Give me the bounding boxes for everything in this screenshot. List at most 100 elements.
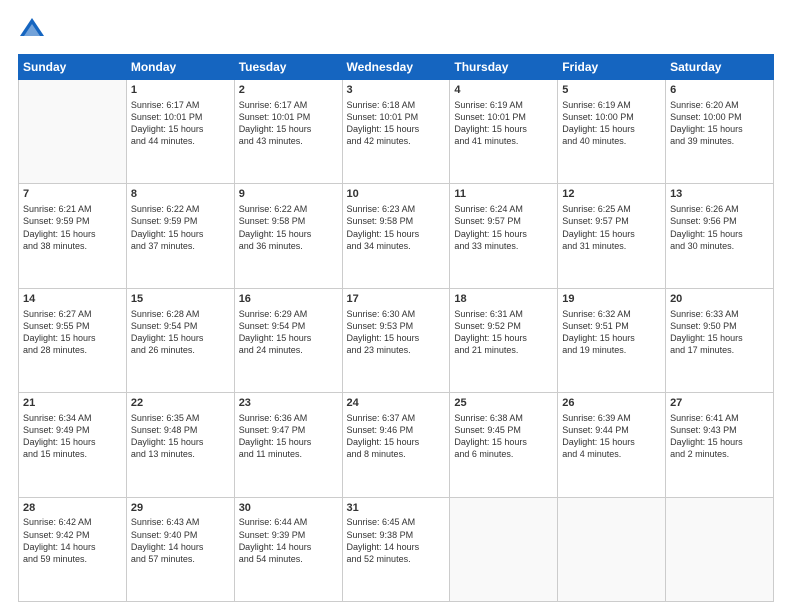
calendar-cell: 17Sunrise: 6:30 AM Sunset: 9:53 PM Dayli… <box>342 288 450 392</box>
day-info: Sunrise: 6:28 AM Sunset: 9:54 PM Dayligh… <box>131 308 230 357</box>
day-number: 3 <box>347 83 446 98</box>
calendar-week-row: 1Sunrise: 6:17 AM Sunset: 10:01 PM Dayli… <box>19 80 774 184</box>
calendar-header-saturday: Saturday <box>666 55 774 80</box>
calendar-cell <box>666 497 774 601</box>
day-number: 31 <box>347 501 446 516</box>
calendar-cell: 27Sunrise: 6:41 AM Sunset: 9:43 PM Dayli… <box>666 393 774 497</box>
day-info: Sunrise: 6:19 AM Sunset: 10:00 PM Daylig… <box>562 99 661 148</box>
calendar-cell: 22Sunrise: 6:35 AM Sunset: 9:48 PM Dayli… <box>126 393 234 497</box>
day-number: 6 <box>670 83 769 98</box>
day-info: Sunrise: 6:32 AM Sunset: 9:51 PM Dayligh… <box>562 308 661 357</box>
calendar-header-row: SundayMondayTuesdayWednesdayThursdayFrid… <box>19 55 774 80</box>
day-number: 16 <box>239 292 338 307</box>
logo <box>18 16 50 44</box>
day-info: Sunrise: 6:17 AM Sunset: 10:01 PM Daylig… <box>131 99 230 148</box>
calendar-week-row: 21Sunrise: 6:34 AM Sunset: 9:49 PM Dayli… <box>19 393 774 497</box>
day-number: 15 <box>131 292 230 307</box>
calendar-cell: 25Sunrise: 6:38 AM Sunset: 9:45 PM Dayli… <box>450 393 558 497</box>
day-info: Sunrise: 6:36 AM Sunset: 9:47 PM Dayligh… <box>239 412 338 461</box>
page: SundayMondayTuesdayWednesdayThursdayFrid… <box>0 0 792 612</box>
calendar-cell: 24Sunrise: 6:37 AM Sunset: 9:46 PM Dayli… <box>342 393 450 497</box>
day-info: Sunrise: 6:33 AM Sunset: 9:50 PM Dayligh… <box>670 308 769 357</box>
day-number: 4 <box>454 83 553 98</box>
calendar-cell: 8Sunrise: 6:22 AM Sunset: 9:59 PM Daylig… <box>126 184 234 288</box>
calendar-header-monday: Monday <box>126 55 234 80</box>
calendar-cell: 23Sunrise: 6:36 AM Sunset: 9:47 PM Dayli… <box>234 393 342 497</box>
day-info: Sunrise: 6:30 AM Sunset: 9:53 PM Dayligh… <box>347 308 446 357</box>
day-info: Sunrise: 6:20 AM Sunset: 10:00 PM Daylig… <box>670 99 769 148</box>
day-info: Sunrise: 6:31 AM Sunset: 9:52 PM Dayligh… <box>454 308 553 357</box>
calendar-cell: 15Sunrise: 6:28 AM Sunset: 9:54 PM Dayli… <box>126 288 234 392</box>
day-info: Sunrise: 6:38 AM Sunset: 9:45 PM Dayligh… <box>454 412 553 461</box>
day-info: Sunrise: 6:39 AM Sunset: 9:44 PM Dayligh… <box>562 412 661 461</box>
calendar-cell <box>19 80 127 184</box>
day-info: Sunrise: 6:29 AM Sunset: 9:54 PM Dayligh… <box>239 308 338 357</box>
calendar-week-row: 14Sunrise: 6:27 AM Sunset: 9:55 PM Dayli… <box>19 288 774 392</box>
day-info: Sunrise: 6:45 AM Sunset: 9:38 PM Dayligh… <box>347 516 446 565</box>
calendar-cell: 20Sunrise: 6:33 AM Sunset: 9:50 PM Dayli… <box>666 288 774 392</box>
day-number: 2 <box>239 83 338 98</box>
calendar-cell: 18Sunrise: 6:31 AM Sunset: 9:52 PM Dayli… <box>450 288 558 392</box>
day-number: 14 <box>23 292 122 307</box>
day-info: Sunrise: 6:35 AM Sunset: 9:48 PM Dayligh… <box>131 412 230 461</box>
header <box>18 16 774 44</box>
day-number: 18 <box>454 292 553 307</box>
calendar-cell: 9Sunrise: 6:22 AM Sunset: 9:58 PM Daylig… <box>234 184 342 288</box>
day-number: 12 <box>562 187 661 202</box>
calendar-cell: 4Sunrise: 6:19 AM Sunset: 10:01 PM Dayli… <box>450 80 558 184</box>
day-number: 29 <box>131 501 230 516</box>
calendar-cell: 13Sunrise: 6:26 AM Sunset: 9:56 PM Dayli… <box>666 184 774 288</box>
day-info: Sunrise: 6:44 AM Sunset: 9:39 PM Dayligh… <box>239 516 338 565</box>
calendar-cell: 30Sunrise: 6:44 AM Sunset: 9:39 PM Dayli… <box>234 497 342 601</box>
day-number: 24 <box>347 396 446 411</box>
calendar-cell: 21Sunrise: 6:34 AM Sunset: 9:49 PM Dayli… <box>19 393 127 497</box>
calendar-cell: 7Sunrise: 6:21 AM Sunset: 9:59 PM Daylig… <box>19 184 127 288</box>
calendar-cell <box>558 497 666 601</box>
calendar-cell: 11Sunrise: 6:24 AM Sunset: 9:57 PM Dayli… <box>450 184 558 288</box>
day-number: 11 <box>454 187 553 202</box>
day-number: 22 <box>131 396 230 411</box>
calendar-cell: 5Sunrise: 6:19 AM Sunset: 10:00 PM Dayli… <box>558 80 666 184</box>
calendar-header-wednesday: Wednesday <box>342 55 450 80</box>
day-number: 21 <box>23 396 122 411</box>
calendar-week-row: 28Sunrise: 6:42 AM Sunset: 9:42 PM Dayli… <box>19 497 774 601</box>
calendar-cell: 14Sunrise: 6:27 AM Sunset: 9:55 PM Dayli… <box>19 288 127 392</box>
calendar-week-row: 7Sunrise: 6:21 AM Sunset: 9:59 PM Daylig… <box>19 184 774 288</box>
calendar-cell: 26Sunrise: 6:39 AM Sunset: 9:44 PM Dayli… <box>558 393 666 497</box>
day-number: 30 <box>239 501 338 516</box>
day-info: Sunrise: 6:25 AM Sunset: 9:57 PM Dayligh… <box>562 203 661 252</box>
day-number: 5 <box>562 83 661 98</box>
calendar-cell: 6Sunrise: 6:20 AM Sunset: 10:00 PM Dayli… <box>666 80 774 184</box>
day-number: 1 <box>131 83 230 98</box>
day-number: 17 <box>347 292 446 307</box>
day-info: Sunrise: 6:19 AM Sunset: 10:01 PM Daylig… <box>454 99 553 148</box>
day-number: 8 <box>131 187 230 202</box>
calendar-cell: 2Sunrise: 6:17 AM Sunset: 10:01 PM Dayli… <box>234 80 342 184</box>
day-number: 19 <box>562 292 661 307</box>
calendar-header-thursday: Thursday <box>450 55 558 80</box>
calendar-cell: 28Sunrise: 6:42 AM Sunset: 9:42 PM Dayli… <box>19 497 127 601</box>
day-info: Sunrise: 6:24 AM Sunset: 9:57 PM Dayligh… <box>454 203 553 252</box>
day-number: 25 <box>454 396 553 411</box>
logo-icon <box>18 16 46 44</box>
calendar-cell: 31Sunrise: 6:45 AM Sunset: 9:38 PM Dayli… <box>342 497 450 601</box>
calendar-cell: 19Sunrise: 6:32 AM Sunset: 9:51 PM Dayli… <box>558 288 666 392</box>
calendar-header-sunday: Sunday <box>19 55 127 80</box>
calendar-cell: 16Sunrise: 6:29 AM Sunset: 9:54 PM Dayli… <box>234 288 342 392</box>
calendar-cell: 1Sunrise: 6:17 AM Sunset: 10:01 PM Dayli… <box>126 80 234 184</box>
day-info: Sunrise: 6:43 AM Sunset: 9:40 PM Dayligh… <box>131 516 230 565</box>
calendar-cell: 29Sunrise: 6:43 AM Sunset: 9:40 PM Dayli… <box>126 497 234 601</box>
calendar-cell: 10Sunrise: 6:23 AM Sunset: 9:58 PM Dayli… <box>342 184 450 288</box>
calendar-header-tuesday: Tuesday <box>234 55 342 80</box>
calendar-cell <box>450 497 558 601</box>
day-number: 26 <box>562 396 661 411</box>
day-info: Sunrise: 6:26 AM Sunset: 9:56 PM Dayligh… <box>670 203 769 252</box>
day-number: 10 <box>347 187 446 202</box>
day-number: 13 <box>670 187 769 202</box>
calendar-table: SundayMondayTuesdayWednesdayThursdayFrid… <box>18 54 774 602</box>
day-info: Sunrise: 6:22 AM Sunset: 9:58 PM Dayligh… <box>239 203 338 252</box>
day-info: Sunrise: 6:37 AM Sunset: 9:46 PM Dayligh… <box>347 412 446 461</box>
calendar-cell: 3Sunrise: 6:18 AM Sunset: 10:01 PM Dayli… <box>342 80 450 184</box>
day-info: Sunrise: 6:41 AM Sunset: 9:43 PM Dayligh… <box>670 412 769 461</box>
day-info: Sunrise: 6:18 AM Sunset: 10:01 PM Daylig… <box>347 99 446 148</box>
